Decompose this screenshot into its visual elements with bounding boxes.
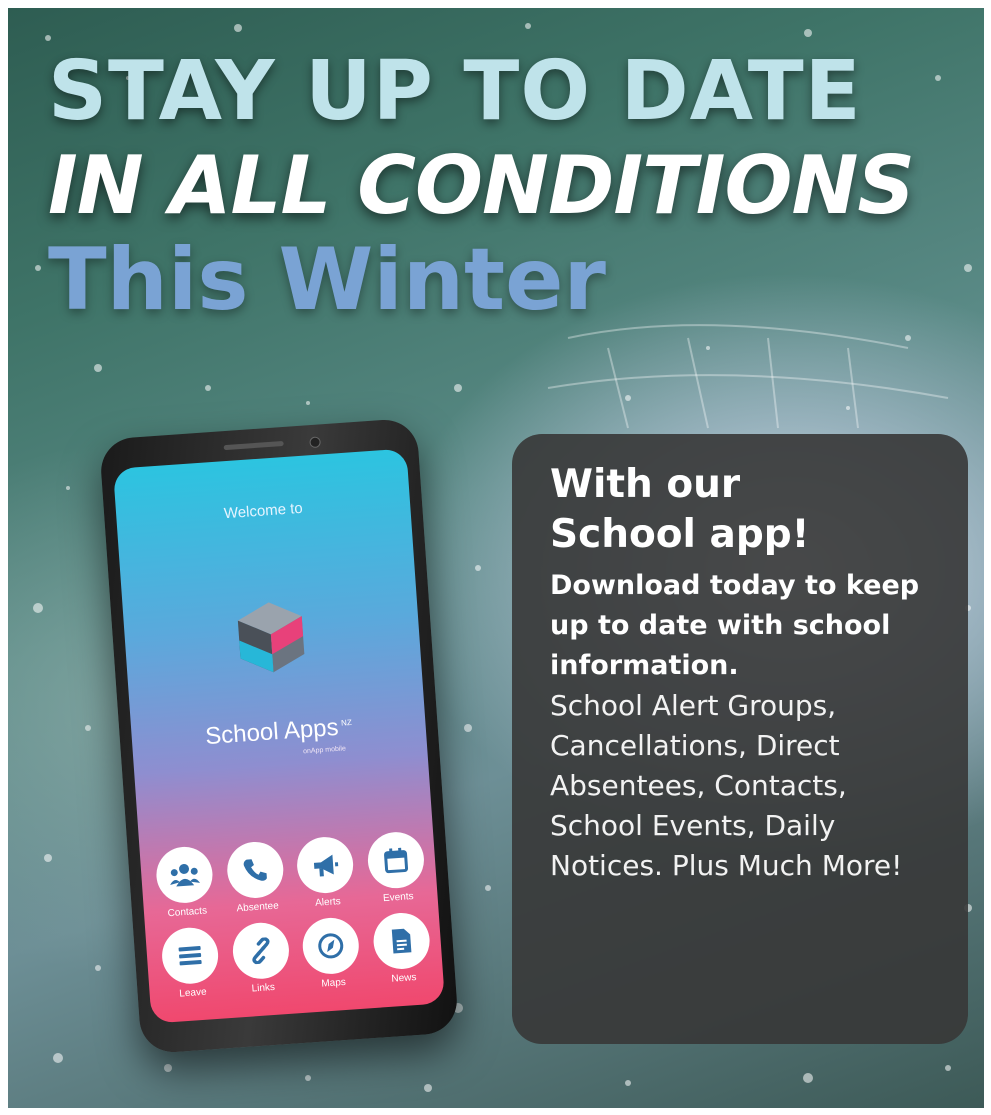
phone-icon (225, 840, 285, 900)
brand-subtitle: onApp mobile (302, 745, 347, 756)
info-lead: Download today to keep up to date with s… (550, 570, 920, 681)
phone-camera (309, 436, 321, 449)
poster: STAY UP TO DATE IN ALL CONDITIONS This W… (8, 8, 984, 1108)
tile-label: News (391, 972, 417, 985)
megaphone-icon (295, 835, 356, 895)
link-icon (230, 920, 291, 981)
info-title-line-2: School app! (550, 512, 810, 557)
tile-label: Alerts (314, 896, 342, 909)
tile-links[interactable]: Links (224, 920, 299, 996)
tile-label: Absentee (236, 900, 280, 915)
headline: STAY UP TO DATE IN ALL CONDITIONS This W… (48, 44, 968, 330)
tile-label: Leave (179, 986, 207, 1000)
tile-events[interactable]: Events (359, 830, 434, 906)
tile-alerts[interactable]: Alerts (288, 835, 363, 911)
app-tile-grid: Contacts Absentee Alerts Events Leave Li… (148, 830, 440, 1001)
brand-sup: NZ (340, 717, 353, 728)
headline-line-2: IN ALL CONDITIONS (48, 139, 915, 232)
info-title: With our School app! (550, 460, 942, 560)
headline-line-1: STAY UP TO DATE (48, 44, 862, 139)
tile-label: Events (382, 891, 414, 905)
tile-label: Links (251, 981, 276, 995)
tile-maps[interactable]: Maps (294, 915, 369, 991)
compass-icon (301, 915, 361, 976)
tile-leave[interactable]: Leave (153, 925, 228, 1001)
phone-mockup: Welcome to School AppsNZ onApp mobile Co… (98, 417, 460, 1055)
headline-line-3: This Winter (48, 230, 606, 330)
tile-label: Contacts (167, 905, 208, 920)
info-body: School Alert Groups, Cancellations, Dire… (550, 689, 903, 882)
contacts-icon (154, 845, 215, 905)
phone-speaker (223, 440, 284, 451)
calendar-icon (365, 830, 426, 891)
tile-absentee[interactable]: Absentee (218, 840, 293, 916)
brand-name: School AppsNZ (131, 708, 426, 756)
welcome-text: Welcome to (223, 499, 304, 523)
info-title-line-1: With our (550, 462, 741, 507)
brand-label: School Apps (204, 713, 340, 751)
tile-label: Maps (321, 976, 347, 990)
tile-contacts[interactable]: Contacts (148, 845, 223, 921)
tile-news[interactable]: News (364, 911, 439, 987)
menu-lines-icon (160, 925, 221, 986)
info-box: With our School app! Download today to k… (512, 434, 968, 1044)
phone-screen: Welcome to School AppsNZ onApp mobile Co… (112, 448, 446, 1024)
document-icon (371, 911, 432, 971)
school-apps-logo-icon (237, 602, 305, 673)
